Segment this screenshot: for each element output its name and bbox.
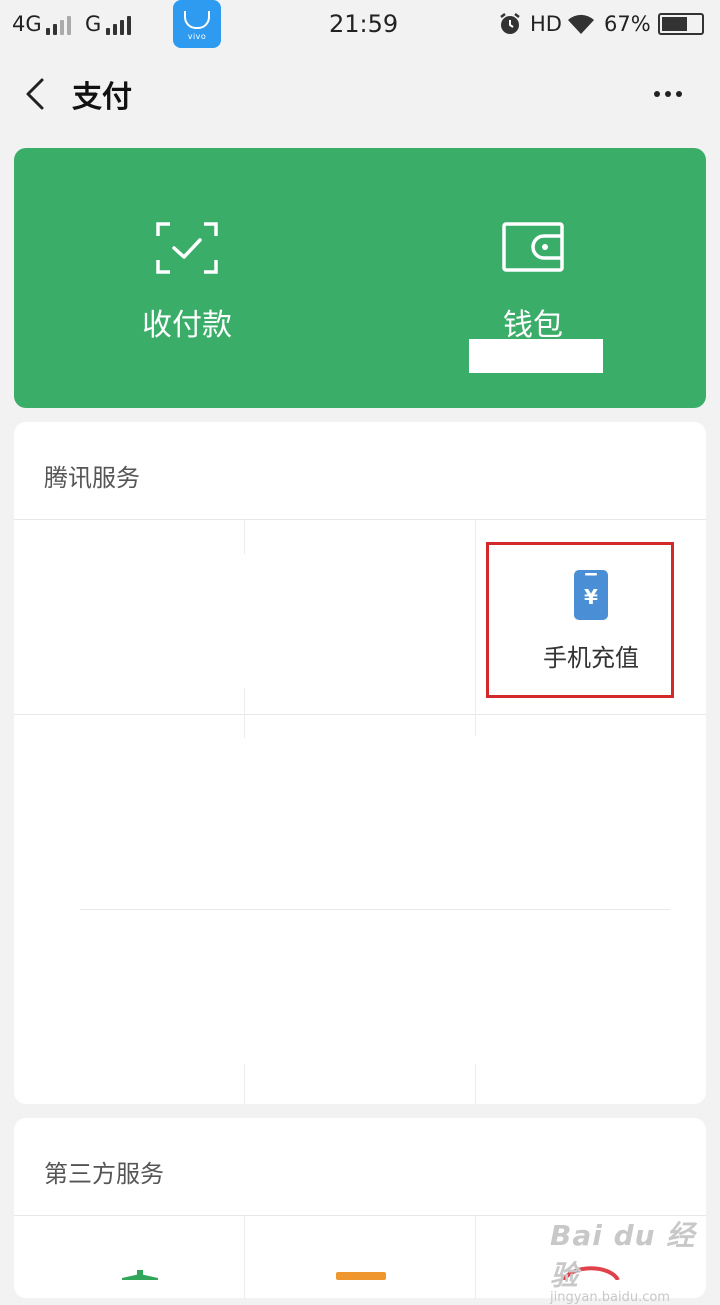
- status-bar: 4G G vivo 21:59 HD 67%: [0, 0, 720, 52]
- scan-check-icon: [156, 222, 218, 274]
- more-options-button[interactable]: [640, 74, 696, 114]
- redaction-block: [469, 339, 603, 373]
- network-type-secondary: G: [85, 12, 102, 36]
- app-store-icon: vivo: [173, 0, 221, 48]
- title-bar: 支付: [0, 52, 720, 136]
- hd-indicator: HD: [530, 12, 562, 36]
- third-party-services-title: 第三方服务: [44, 1160, 164, 1188]
- watermark-main: Bai du 经验: [550, 1219, 696, 1292]
- battery-percent: 67%: [604, 12, 651, 36]
- store-brand-label: vivo: [187, 32, 207, 41]
- back-button[interactable]: [14, 72, 58, 116]
- clock: 21:59: [329, 10, 399, 38]
- tencent-services-title: 腾讯服务: [44, 464, 140, 492]
- chevron-left-icon: [26, 78, 44, 110]
- more-dot-icon: [654, 91, 660, 97]
- wallet-icon: [502, 222, 564, 272]
- receive-pay-button[interactable]: 收付款: [14, 148, 360, 408]
- svg-text:¥: ¥: [584, 585, 598, 609]
- divider: [244, 1216, 245, 1298]
- divider: [244, 688, 245, 738]
- wifi-icon: [568, 14, 594, 34]
- more-dot-icon: [676, 91, 682, 97]
- page-title: 支付: [72, 80, 132, 115]
- flight-icon[interactable]: [120, 1268, 160, 1280]
- signal-strength-icon-2: [106, 15, 131, 35]
- more-dot-icon: [665, 91, 671, 97]
- ticket-icon[interactable]: [334, 1268, 388, 1280]
- divider: [475, 1216, 476, 1298]
- signal-strength-icon: [46, 15, 71, 35]
- divider: [244, 1064, 245, 1104]
- baidu-watermark: Bai du 经验 jingyan.baidu.com: [550, 1214, 710, 1305]
- mobile-recharge-icon: ¥: [574, 570, 608, 620]
- alarm-icon: [500, 13, 520, 34]
- wallet-label: 钱包: [503, 308, 563, 343]
- divider: [14, 714, 706, 715]
- network-type-primary: 4G: [12, 12, 42, 36]
- divider: [80, 909, 670, 910]
- mobile-recharge-button[interactable]: ¥ 手机充值: [476, 520, 706, 714]
- divider: [244, 520, 245, 554]
- mobile-recharge-label: 手机充值: [543, 644, 639, 672]
- watermark-sub: jingyan.baidu.com: [550, 1290, 670, 1305]
- tencent-services-card: 腾讯服务 ¥ 手机充值: [14, 422, 706, 1104]
- battery-icon: [658, 13, 704, 35]
- divider: [475, 1064, 476, 1104]
- receive-pay-label: 收付款: [142, 308, 232, 343]
